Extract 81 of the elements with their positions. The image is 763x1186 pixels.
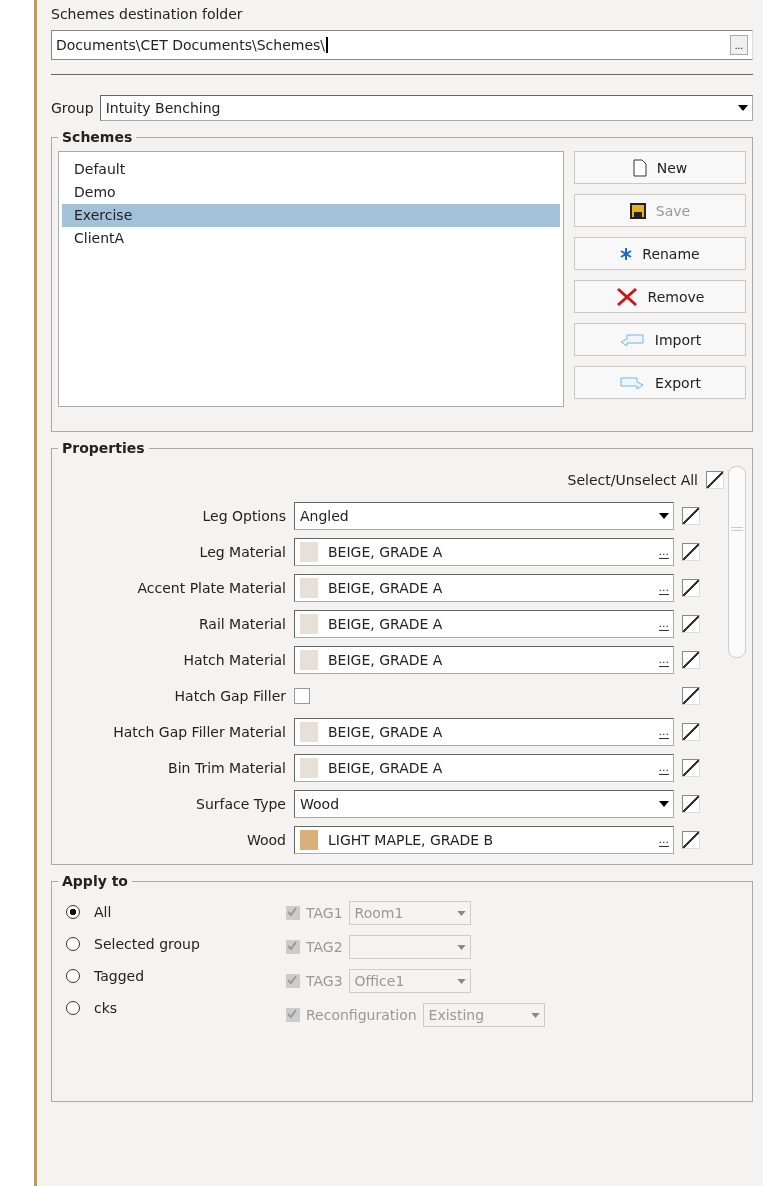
dropdown-arrow-icon bbox=[659, 801, 669, 807]
include-checkbox[interactable] bbox=[682, 687, 700, 705]
scheme-item[interactable]: Demo bbox=[62, 181, 560, 204]
include-checkbox[interactable] bbox=[682, 723, 700, 741]
scheme-action-button[interactable]: Import bbox=[574, 323, 746, 356]
group-label: Group bbox=[51, 100, 94, 116]
include-checkbox[interactable] bbox=[682, 831, 700, 849]
property-checkbox[interactable] bbox=[294, 688, 310, 704]
include-checkbox[interactable] bbox=[682, 579, 700, 597]
select-all-label: Select/Unselect All bbox=[567, 472, 698, 488]
property-dropdown[interactable]: Wood bbox=[294, 790, 674, 818]
browse-button[interactable]: ... bbox=[658, 725, 669, 739]
tag-label: Reconfiguration bbox=[306, 1007, 417, 1023]
material-field[interactable]: BEIGE, GRADE A ... bbox=[294, 718, 674, 746]
x-mark-icon bbox=[615, 286, 638, 307]
property-label: Wood bbox=[245, 832, 286, 848]
tag-label: TAG3 bbox=[306, 973, 343, 989]
right-arrow-icon bbox=[619, 375, 646, 390]
tag-label: TAG1 bbox=[306, 905, 343, 921]
include-checkbox[interactable] bbox=[682, 543, 700, 561]
material-field[interactable]: BEIGE, GRADE A ... bbox=[294, 538, 674, 566]
asterisk-icon bbox=[620, 247, 633, 260]
scheme-action-button[interactable]: New bbox=[574, 151, 746, 184]
dropdown-arrow-icon bbox=[456, 944, 466, 950]
browse-button[interactable]: ... bbox=[658, 653, 669, 667]
dropdown-arrow-icon bbox=[530, 1012, 540, 1018]
include-checkbox[interactable] bbox=[682, 615, 700, 633]
property-label: Hatch Gap Filler bbox=[173, 688, 286, 704]
material-field[interactable]: LIGHT MAPLE, GRADE B ... bbox=[294, 826, 674, 854]
tag-label: TAG2 bbox=[306, 939, 343, 955]
dropdown-arrow-icon bbox=[659, 513, 669, 519]
schemes-title: Schemes bbox=[61, 129, 134, 145]
material-field[interactable]: BEIGE, GRADE A ... bbox=[294, 610, 674, 638]
browse-button[interactable]: ... bbox=[658, 617, 669, 631]
material-field[interactable]: BEIGE, GRADE A ... bbox=[294, 754, 674, 782]
property-label: Leg Options bbox=[201, 508, 286, 524]
radio-label: Selected group bbox=[94, 936, 200, 952]
property-label: Accent Plate Material bbox=[136, 580, 286, 596]
property-label: Surface Type bbox=[195, 796, 286, 812]
scrollbar[interactable] bbox=[728, 466, 746, 658]
dropdown-arrow-icon bbox=[456, 910, 466, 916]
include-checkbox[interactable] bbox=[682, 651, 700, 669]
radio-button[interactable] bbox=[66, 905, 80, 919]
dropdown-arrow-icon bbox=[456, 978, 466, 984]
browse-button[interactable]: ... bbox=[658, 833, 669, 847]
property-label: Hatch Gap Filler Material bbox=[112, 724, 286, 740]
property-label: Bin Trim Material bbox=[167, 760, 286, 776]
apply-to-title: Apply to bbox=[61, 873, 129, 889]
group-dropdown[interactable]: Intuity Benching bbox=[99, 95, 753, 121]
destination-label: Schemes destination folder bbox=[51, 5, 244, 24]
include-checkbox[interactable] bbox=[682, 795, 700, 813]
material-field[interactable]: BEIGE, GRADE A ... bbox=[294, 574, 674, 602]
scheme-action-button[interactable]: Remove bbox=[574, 280, 746, 313]
property-dropdown[interactable]: Angled bbox=[294, 502, 674, 530]
radio-button[interactable] bbox=[66, 937, 80, 951]
include-checkbox[interactable] bbox=[682, 759, 700, 777]
browse-button[interactable]: ... bbox=[729, 35, 748, 55]
browse-button[interactable]: ... bbox=[658, 761, 669, 775]
scheme-item[interactable]: Exercise bbox=[62, 204, 560, 227]
radio-button[interactable] bbox=[66, 1001, 80, 1015]
scheme-action-button[interactable]: Export bbox=[574, 366, 746, 399]
property-label: Rail Material bbox=[197, 616, 286, 632]
browse-button[interactable]: ... bbox=[658, 545, 669, 559]
left-arrow-icon bbox=[618, 332, 645, 347]
page-icon bbox=[632, 158, 647, 177]
destination-field[interactable]: Documents\CET Documents\Schemes\ ... bbox=[51, 30, 753, 60]
radio-button[interactable] bbox=[66, 969, 80, 983]
radio-label: cks bbox=[94, 1000, 118, 1016]
browse-button[interactable]: ... bbox=[658, 581, 669, 595]
radio-label: Tagged bbox=[94, 968, 145, 984]
property-label: Leg Material bbox=[198, 544, 286, 560]
radio-label: All bbox=[94, 904, 112, 920]
properties-title: Properties bbox=[61, 440, 146, 456]
scheme-item[interactable]: Default bbox=[62, 158, 560, 181]
select-all-checkbox[interactable] bbox=[706, 471, 724, 489]
material-field[interactable]: BEIGE, GRADE A ... bbox=[294, 646, 674, 674]
scheme-action-button[interactable]: Rename bbox=[574, 237, 746, 270]
scheme-item[interactable]: ClientA bbox=[62, 227, 560, 250]
include-checkbox[interactable] bbox=[682, 507, 700, 525]
dropdown-arrow-icon bbox=[738, 105, 748, 111]
property-label: Hatch Material bbox=[182, 652, 286, 668]
